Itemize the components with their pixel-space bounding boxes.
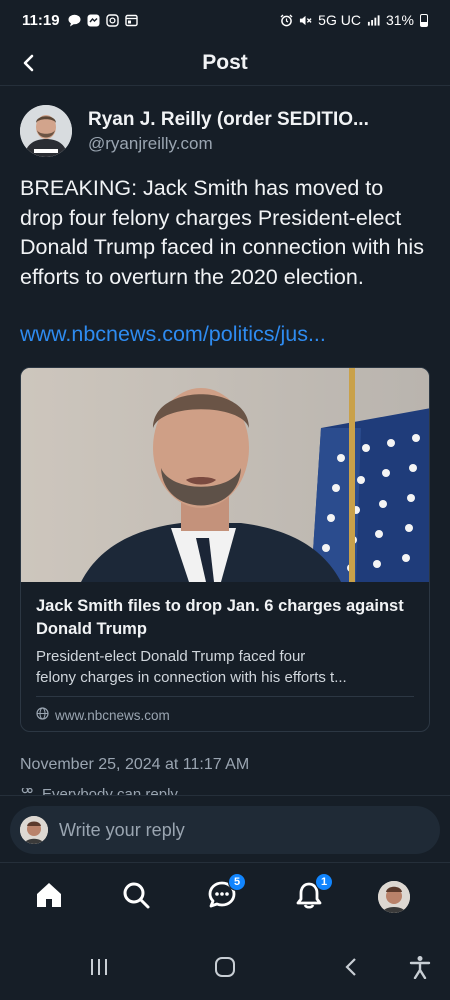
home-circle-icon[interactable] xyxy=(212,954,238,980)
gallery-icon xyxy=(124,14,138,27)
alarm-icon xyxy=(280,14,293,27)
recents-icon[interactable] xyxy=(86,954,112,980)
instagram-icon xyxy=(105,13,119,27)
nav-search[interactable] xyxy=(118,879,154,915)
accessibility-icon[interactable] xyxy=(407,954,433,980)
search-icon xyxy=(121,880,151,915)
link-preview-card[interactable]: Jack Smith files to drop Jan. 6 charges … xyxy=(20,367,430,732)
status-bar: 11:19 5G UC 31% xyxy=(0,0,450,40)
link-preview-domain: www.nbcnews.com xyxy=(36,707,414,723)
author-avatar[interactable] xyxy=(20,105,72,157)
card-divider xyxy=(36,696,414,697)
reply-placeholder: Write your reply xyxy=(59,819,185,840)
chat-badge: 5 xyxy=(228,873,246,891)
post-link[interactable]: www.nbcnews.com/politics/jus... xyxy=(20,322,432,347)
reply-input[interactable]: Write your reply xyxy=(10,806,440,854)
link-preview-description: President-elect Donald Trump faced four … xyxy=(36,648,347,686)
battery-percent: 31% xyxy=(385,12,414,28)
globe-icon xyxy=(36,707,49,723)
nav-profile[interactable] xyxy=(376,879,412,915)
post-body-text: BREAKING: Jack Smith has moved to drop f… xyxy=(20,176,424,289)
link-preview-title[interactable]: Jack Smith files to drop Jan. 6 charges … xyxy=(36,595,414,641)
network-type: 5G UC xyxy=(318,12,361,28)
notifications-badge: 1 xyxy=(315,873,333,891)
signal-icon xyxy=(367,14,380,27)
nav-home[interactable] xyxy=(31,879,67,915)
status-time: 11:19 xyxy=(22,11,60,29)
bottom-navigation: 5 1 xyxy=(0,862,450,930)
back-chevron-icon[interactable] xyxy=(338,954,364,980)
system-navigation xyxy=(0,930,450,1000)
link-preview-image xyxy=(21,368,429,582)
my-avatar xyxy=(20,816,48,844)
reply-composer-bar: Write your reply xyxy=(0,795,450,861)
back-arrow-icon[interactable] xyxy=(14,48,44,78)
domain-text: www.nbcnews.com xyxy=(55,707,170,723)
author-handle[interactable]: @ryanjreilly.com xyxy=(88,134,428,154)
post-timestamp: November 25, 2024 at 11:17 AM xyxy=(20,756,250,773)
top-app-bar: Post xyxy=(0,40,450,86)
chat-icon xyxy=(68,14,81,27)
nav-notifications[interactable]: 1 xyxy=(291,873,333,915)
battery-icon xyxy=(420,13,428,27)
messenger-icon xyxy=(87,14,100,27)
home-icon xyxy=(34,880,64,915)
author-display-name[interactable]: Ryan J. Reilly (order SEDITIO... xyxy=(88,109,428,131)
page-title: Post xyxy=(202,50,248,74)
nav-chat[interactable]: 5 xyxy=(204,873,246,915)
post-author[interactable]: Ryan J. Reilly (order SEDITIO... @ryanjr… xyxy=(20,105,428,157)
mute-icon xyxy=(299,14,312,27)
avatar xyxy=(378,881,410,913)
